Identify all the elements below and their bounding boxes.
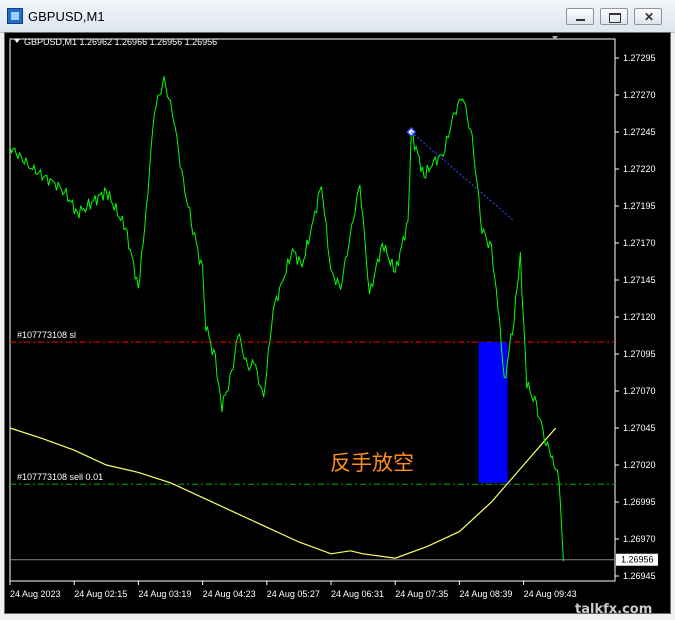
sl-label: #107773108 sl [17, 330, 76, 340]
x-tick-label-6: 24 Aug 07:35 [395, 589, 448, 599]
x-tick-label-3: 24 Aug 04:23 [203, 589, 256, 599]
current-price-label: 1.26956 [621, 555, 654, 565]
y-tick-label-7: 1.27120 [623, 312, 656, 322]
y-tick-label-13: 1.26970 [623, 534, 656, 544]
highlight-box [478, 342, 508, 483]
y-tick-label-5: 1.27170 [623, 238, 656, 248]
moving-average-line [9, 427, 557, 559]
minimize-icon [576, 19, 585, 21]
y-tick-label-9: 1.27070 [623, 386, 656, 396]
y-tick-label-0: 1.27295 [623, 53, 656, 63]
close-button[interactable]: ✕ [634, 8, 662, 25]
chart-area[interactable]: 1.27295 1.27270 1.27245 1.27220 1.27195 1.271… [4, 32, 671, 614]
sell-label: #107773108 sell 0.01 [17, 472, 103, 482]
window-titlebar: GBPUSD,M1 ✕ [0, 0, 675, 33]
y-tick-label-6: 1.27145 [623, 275, 656, 285]
x-tick-label-2: 24 Aug 03:19 [138, 589, 191, 599]
y-tick-label-8: 1.27095 [623, 349, 656, 359]
y-tick-label-3: 1.27220 [623, 164, 656, 174]
x-tick-label-8: 24 Aug 09:43 [524, 589, 577, 599]
y-tick-label-11: 1.27020 [623, 460, 656, 470]
window-title: GBPUSD,M1 [28, 9, 105, 24]
collapse-arrow-icon [14, 39, 20, 43]
entry-connector [410, 131, 515, 222]
watermark: talkfx.com [575, 602, 652, 613]
restore-icon [609, 13, 621, 23]
plot-border [9, 38, 616, 582]
price-chart[interactable]: 1.27295 1.27270 1.27245 1.27220 1.27195 1.271… [5, 33, 670, 613]
footer-strip [0, 614, 675, 620]
close-icon: ✕ [644, 10, 655, 24]
y-tick-label-10: 1.27045 [623, 423, 656, 433]
y-tick-label-2: 1.27245 [623, 127, 656, 137]
annotation-text: 反手放空 [330, 451, 414, 475]
y-tick-label-4: 1.27195 [623, 201, 656, 211]
y-tick-label-14: 1.26945 [623, 571, 656, 581]
chart-header: GBPUSD,M1 1.26962 1.26966 1.26956 1.2695… [24, 37, 217, 47]
x-tick-label-7: 24 Aug 08:39 [459, 589, 512, 599]
x-tick-label-0: 24 Aug 2023 [10, 589, 61, 599]
y-tick-label-12: 1.26995 [623, 497, 656, 507]
x-tick-label-4: 24 Aug 05:27 [267, 589, 320, 599]
restore-button[interactable] [600, 8, 628, 25]
x-tick-label-1: 24 Aug 02:15 [74, 589, 127, 599]
y-tick-label-1: 1.27270 [623, 90, 656, 100]
price-line [9, 76, 564, 562]
x-tick-label-5: 24 Aug 06:31 [331, 589, 384, 599]
chart-window-icon [7, 8, 23, 24]
minimize-button[interactable] [566, 8, 594, 25]
